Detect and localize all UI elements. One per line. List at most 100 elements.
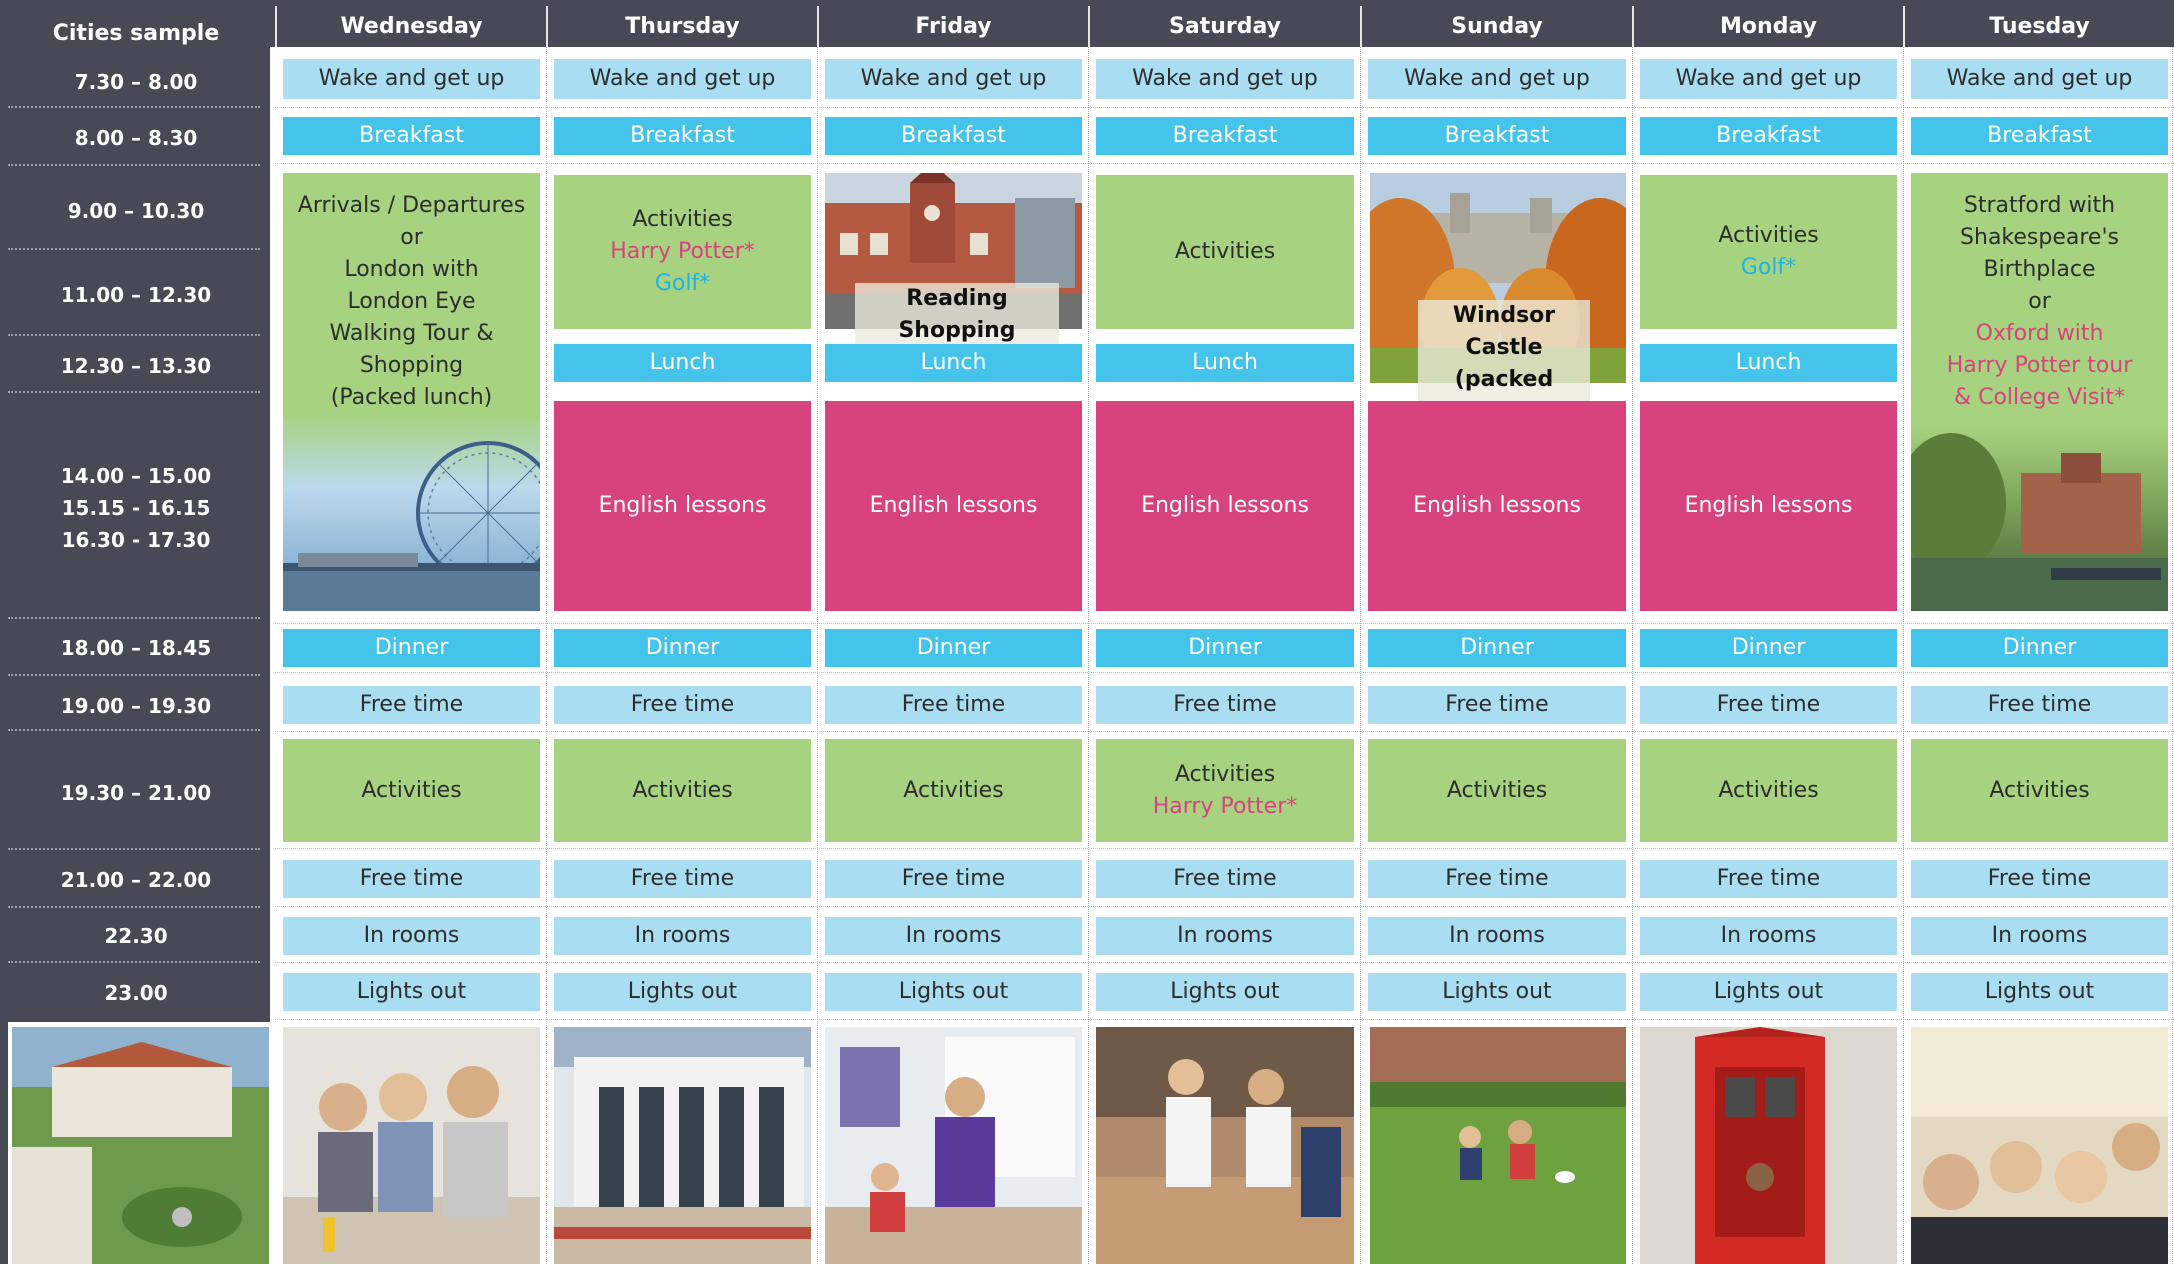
time-separator (8, 848, 260, 850)
day-header-wednesday: Wednesday (275, 6, 546, 47)
row-divider (275, 1019, 2174, 1020)
free-time-cell: Free time (1096, 686, 1354, 724)
in-rooms-cell: In rooms (1096, 917, 1354, 955)
evening-activities-cell: Activities (825, 739, 1082, 842)
dinner-cell: Dinner (554, 629, 811, 667)
row-divider (275, 962, 2174, 963)
dinner-cell: Dinner (1640, 629, 1897, 667)
excursion-line: London Eye (347, 289, 476, 314)
dinner-cell: Dinner (1911, 629, 2168, 667)
modern-building-photo (554, 1027, 811, 1264)
time-label: 9.00 – 10.30 (67, 199, 205, 223)
in-rooms-cell: In rooms (1368, 917, 1626, 955)
row-divider (275, 672, 2174, 673)
column-divider (1903, 47, 1904, 1264)
in-rooms-cell: In rooms (1640, 917, 1897, 955)
lights-out-cell: Lights out (1640, 973, 1897, 1011)
time-label: 21.00 – 22.00 (60, 868, 212, 892)
free-time-cell: Free time (1096, 860, 1354, 898)
in-rooms-cell: In rooms (825, 917, 1082, 955)
excursion-line: Shakespeare's (1960, 225, 2119, 250)
column-divider (817, 47, 818, 1264)
english-lessons-cell: English lessons (1640, 401, 1897, 611)
reading-shopping-caption: Reading Shopping (855, 283, 1059, 347)
wake-cell: Wake and get up (554, 59, 811, 99)
harry-potter-label: Harry Potter* (610, 239, 755, 264)
lights-out-cell: Lights out (1911, 973, 2168, 1011)
excursion-line: or (2028, 289, 2051, 314)
wake-cell: Wake and get up (825, 59, 1082, 99)
row-divider (275, 906, 2174, 907)
excursion-line: Stratford with (1963, 193, 2116, 218)
english-lessons-cell: English lessons (1096, 401, 1354, 611)
day-header-tuesday: Tuesday (1903, 6, 2174, 47)
thursday-morning-activities: Activities Harry Potter* Golf* (554, 175, 811, 329)
saturday-evening-activities: Activities Harry Potter* (1096, 739, 1354, 842)
free-time-cell: Free time (554, 860, 811, 898)
row-divider (275, 107, 2174, 108)
breakfast-cell: Breakfast (1640, 117, 1897, 155)
students-dancing-photo (1096, 1027, 1354, 1264)
time-label: 22.30 (104, 924, 168, 948)
time-separator (8, 961, 260, 963)
in-rooms-cell: In rooms (554, 917, 811, 955)
wake-cell: Wake and get up (1096, 59, 1354, 99)
sidebar-strip (0, 1022, 8, 1264)
time-label: 14.00 – 15.00 (60, 464, 212, 488)
free-time-cell: Free time (1368, 860, 1626, 898)
time-label: 19.00 – 19.30 (60, 694, 212, 718)
free-time-cell: Free time (1640, 860, 1897, 898)
breakfast-cell: Breakfast (1096, 117, 1354, 155)
tuesday-excursion-text: Stratford with Shakespeare's Birthplace … (1911, 190, 2168, 420)
activities-label: Activities (632, 207, 733, 232)
breakfast-cell: Breakfast (1368, 117, 1626, 155)
excursion-line: or (400, 225, 423, 250)
lunch-cell: Lunch (1640, 344, 1897, 382)
free-time-cell: Free time (554, 686, 811, 724)
column-divider (2172, 47, 2173, 1264)
lunch-cell: Lunch (1096, 344, 1354, 382)
time-label: 18.00 – 18.45 (60, 636, 212, 660)
english-lessons-cell: English lessons (1368, 401, 1626, 611)
rugby-game-photo (1370, 1027, 1626, 1264)
excursion-line: Shopping (359, 353, 464, 378)
time-label: 23.00 (104, 981, 168, 1005)
free-time-cell: Free time (283, 860, 540, 898)
lights-out-cell: Lights out (554, 973, 811, 1011)
excursion-line: (Packed lunch) (330, 385, 493, 410)
caption-line: Windsor Castle (1452, 303, 1556, 360)
time-separator (8, 729, 260, 731)
time-separator (8, 164, 260, 166)
activities-label: Activities (1174, 761, 1276, 787)
harry-potter-label: Harry Potter* (1152, 793, 1298, 819)
time-label: 11.00 – 12.30 (60, 283, 212, 307)
lights-out-cell: Lights out (283, 973, 540, 1011)
day-header-thursday: Thursday (546, 6, 817, 47)
day-header-friday: Friday (817, 6, 1088, 47)
evening-activities-cell: Activities (1368, 739, 1626, 842)
excursion-line: & College Visit* (1953, 385, 2126, 410)
evening-activities-cell: Activities (554, 739, 811, 842)
in-rooms-cell: In rooms (1911, 917, 2168, 955)
free-time-cell: Free time (283, 686, 540, 724)
excursion-line: Oxford with (1975, 321, 2104, 346)
time-label: 12.30 – 13.30 (60, 354, 212, 378)
excursion-line: Birthplace (1983, 257, 2096, 282)
wednesday-excursion-text: Arrivals / Departures or London with Lon… (283, 190, 540, 420)
breakfast-cell: Breakfast (283, 117, 540, 155)
column-divider (1088, 47, 1089, 1264)
excursion-line: London with (344, 257, 479, 282)
campus-aerial-photo (12, 1027, 269, 1264)
golf-label: Golf* (1740, 255, 1797, 280)
free-time-cell: Free time (825, 860, 1082, 898)
table-title: Cities sample (52, 20, 220, 46)
time-separator (8, 248, 260, 250)
day-header-saturday: Saturday (1088, 6, 1360, 47)
time-separator (8, 106, 260, 108)
excursion-line: Arrivals / Departures (297, 193, 526, 218)
excursion-line: Harry Potter tour (1946, 353, 2133, 378)
classroom-photo (825, 1027, 1082, 1264)
time-separator (8, 334, 260, 336)
time-separator (8, 906, 260, 908)
time-separator (8, 391, 260, 393)
